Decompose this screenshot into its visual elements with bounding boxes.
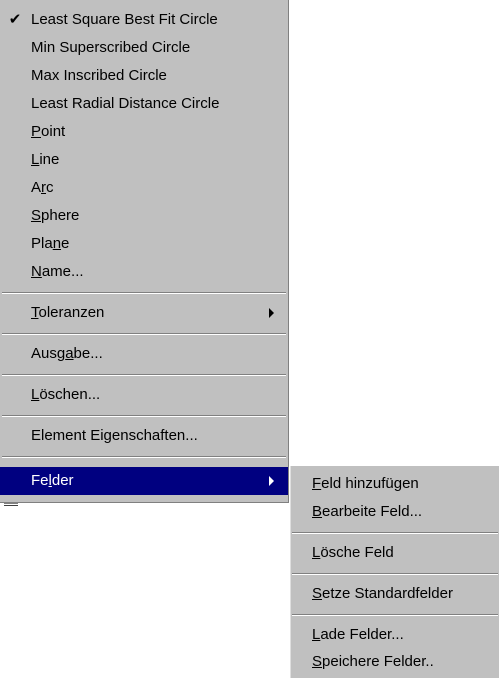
menu-item-max-inscribed-circle[interactable]: Max Inscribed Circle [0,62,288,90]
menu-item-line[interactable]: Line [0,146,288,174]
menu-item-element-eigenschaften[interactable]: Element Eigenschaften... [0,422,288,450]
felder-submenu: Feld hinzufügen Bearbeite Feld... Lösche… [289,466,499,678]
menu-item-loeschen[interactable]: Löschen... [0,381,288,409]
menu-item-feld-hinzufuegen[interactable]: Feld hinzufügen [290,470,499,498]
menu-item-label: Min Superscribed Circle [31,39,191,56]
menu-item-loesche-feld[interactable]: Lösche Feld [290,539,499,567]
underlying-window-edge [4,502,18,506]
menu-item-min-superscribed-circle[interactable]: Min Superscribed Circle [0,34,288,62]
menu-item-label: Löschen... [31,386,101,403]
menu-item-label: Least Square Best Fit Circle [31,11,218,28]
menu-item-label: Setze Standardfelder [312,585,453,602]
menu-item-speichere-felder[interactable]: Speichere Felder.. [290,648,499,676]
menu-item-label: Least Radial Distance Circle [31,95,220,112]
menu-separator [2,292,286,294]
menu-item-label: Arc [31,179,54,196]
menu-item-label: Lade Felder... [312,626,404,643]
menu-item-least-square-circle[interactable]: ✔ Least Square Best Fit Circle [0,6,288,34]
menu-item-sphere[interactable]: Sphere [0,202,288,230]
menu-item-toleranzen[interactable]: Toleranzen [0,299,288,327]
menu-item-label: Line [31,151,60,168]
menu-item-felder[interactable]: Felder [0,467,288,495]
menu-item-label: Bearbeite Feld... [312,503,423,520]
menu-item-label: Element Eigenschaften... [31,427,198,444]
menu-item-setze-standardfelder[interactable]: Setze Standardfelder [290,580,499,608]
menu-item-label: Sphere [31,207,80,224]
menu-separator [2,456,286,458]
menu-item-point[interactable]: Point [0,118,288,146]
menu-item-label: Name... [31,263,84,280]
menu-item-label: Toleranzen [31,304,105,321]
menu-item-arc[interactable]: Arc [0,174,288,202]
menu-item-ausgabe[interactable]: Ausgabe... [0,340,288,368]
menu-item-label: Speichere Felder.. [312,653,434,670]
menu-item-label: Ausgabe... [31,345,103,362]
menu-item-plane[interactable]: Plane [0,230,288,258]
menu-separator [292,573,498,575]
checkmark-icon: ✔ [8,11,22,28]
menu-item-label: Feld hinzufügen [312,475,419,492]
menu-separator [2,333,286,335]
menu-separator [292,532,498,534]
menu-item-label: Lösche Feld [312,544,394,561]
menu-item-label: Max Inscribed Circle [31,67,167,84]
menu-item-lade-felder[interactable]: Lade Felder... [290,621,499,649]
menu-item-label: Felder [31,472,74,489]
menu-separator [2,415,286,417]
menu-item-name[interactable]: Name... [0,258,288,286]
menu-item-bearbeite-feld[interactable]: Bearbeite Feld... [290,498,499,526]
menu-item-least-radial-distance-circle[interactable]: Least Radial Distance Circle [0,90,288,118]
menu-separator [292,614,498,616]
submenu-arrow-icon [269,308,274,318]
menu-item-label: Point [31,123,66,140]
submenu-arrow-icon [269,476,274,486]
context-menu: ✔ Least Square Best Fit Circle Min Super… [0,0,289,503]
menu-item-label: Plane [31,235,70,252]
menu-separator [2,374,286,376]
